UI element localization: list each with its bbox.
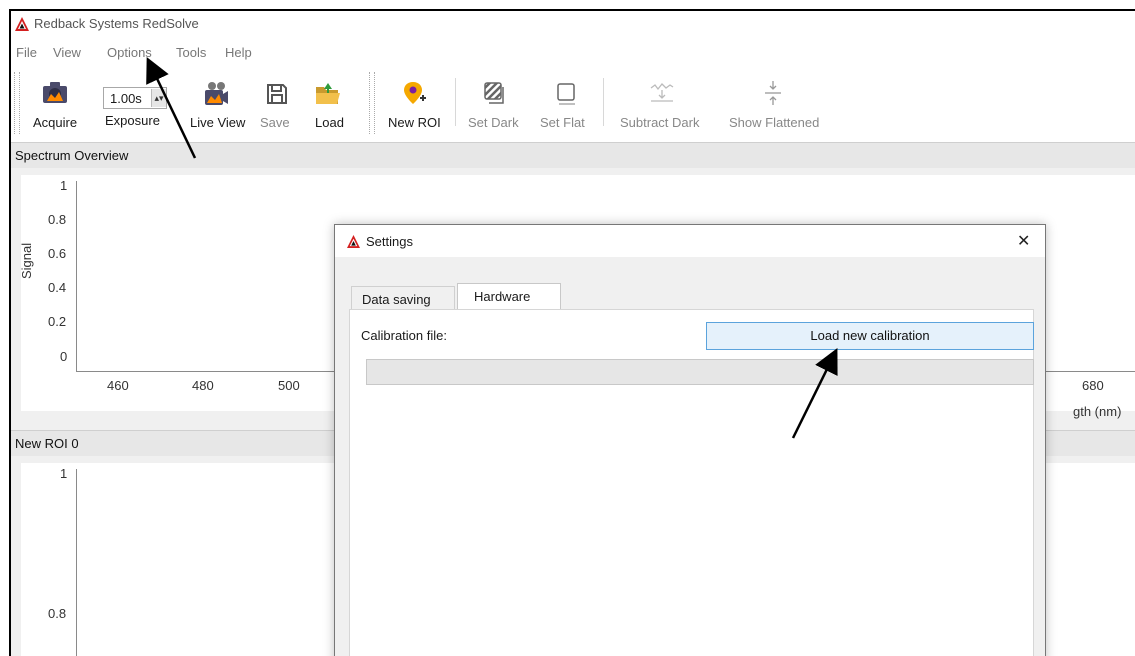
annotation-arrow-load-calibration [791, 348, 838, 439]
annotation-arrow-options [146, 56, 197, 159]
annotation-overlay [146, 56, 838, 439]
